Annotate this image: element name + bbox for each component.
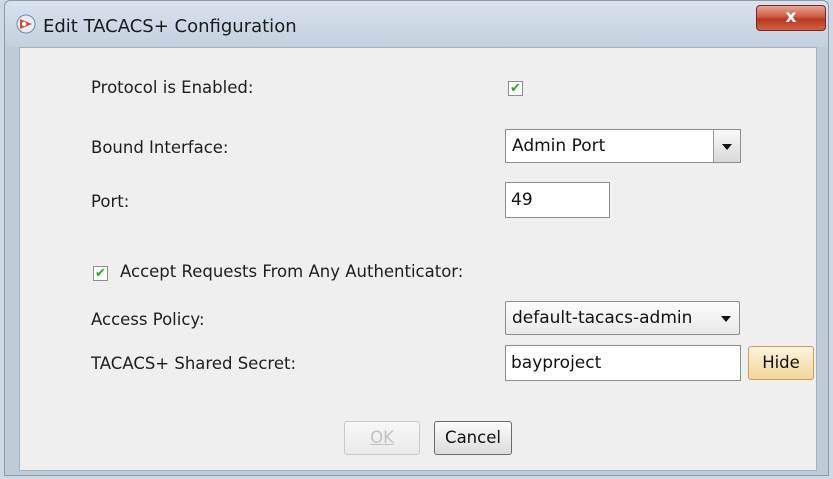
chevron-down-icon [722, 144, 732, 150]
edit-tacacs-dialog: Edit TACACS+ Configuration x Protocol is… [4, 0, 829, 476]
shared-secret-value: bayproject [511, 353, 602, 373]
bound-interface-label: Bound Interface: [91, 138, 229, 157]
access-policy-value: default-tacacs-admin [512, 308, 693, 328]
protocol-enabled-label: Protocol is Enabled: [91, 78, 254, 97]
cancel-button[interactable]: Cancel [434, 421, 512, 455]
access-policy-label: Access Policy: [91, 310, 205, 329]
ok-button-label: OK [370, 428, 394, 447]
port-value: 49 [511, 190, 533, 210]
close-icon: x [785, 7, 797, 27]
hide-secret-button[interactable]: Hide [748, 346, 814, 380]
port-label: Port: [91, 192, 130, 211]
ok-button[interactable]: OK [344, 421, 420, 455]
close-button[interactable]: x [756, 5, 826, 31]
bound-interface-value: Admin Port [512, 136, 606, 156]
accept-any-authenticator-checkbox[interactable]: ✔ [93, 266, 108, 281]
access-policy-dropdown[interactable]: default-tacacs-admin [505, 301, 740, 335]
checkmark-icon: ✔ [95, 266, 106, 281]
shared-secret-input[interactable]: bayproject [505, 345, 741, 381]
port-input[interactable]: 49 [505, 182, 610, 218]
shared-secret-label: TACACS+ Shared Secret: [91, 354, 297, 373]
protocol-enabled-checkbox[interactable]: ✔ [508, 81, 523, 96]
window-title: Edit TACACS+ Configuration [43, 16, 297, 37]
cancel-button-label: Cancel [445, 428, 501, 447]
form-panel: Protocol is Enabled: ✔ Bound Interface: … [19, 47, 817, 471]
bound-interface-dropdown-button[interactable] [713, 130, 740, 162]
title-bar[interactable]: Edit TACACS+ Configuration x [5, 1, 828, 47]
accept-any-authenticator-label[interactable]: Accept Requests From Any Authenticator: [120, 262, 463, 281]
bound-interface-dropdown[interactable]: Admin Port [505, 129, 741, 163]
tacacs-app-icon [16, 14, 36, 34]
checkmark-icon: ✔ [510, 81, 521, 96]
chevron-down-icon [721, 316, 731, 322]
